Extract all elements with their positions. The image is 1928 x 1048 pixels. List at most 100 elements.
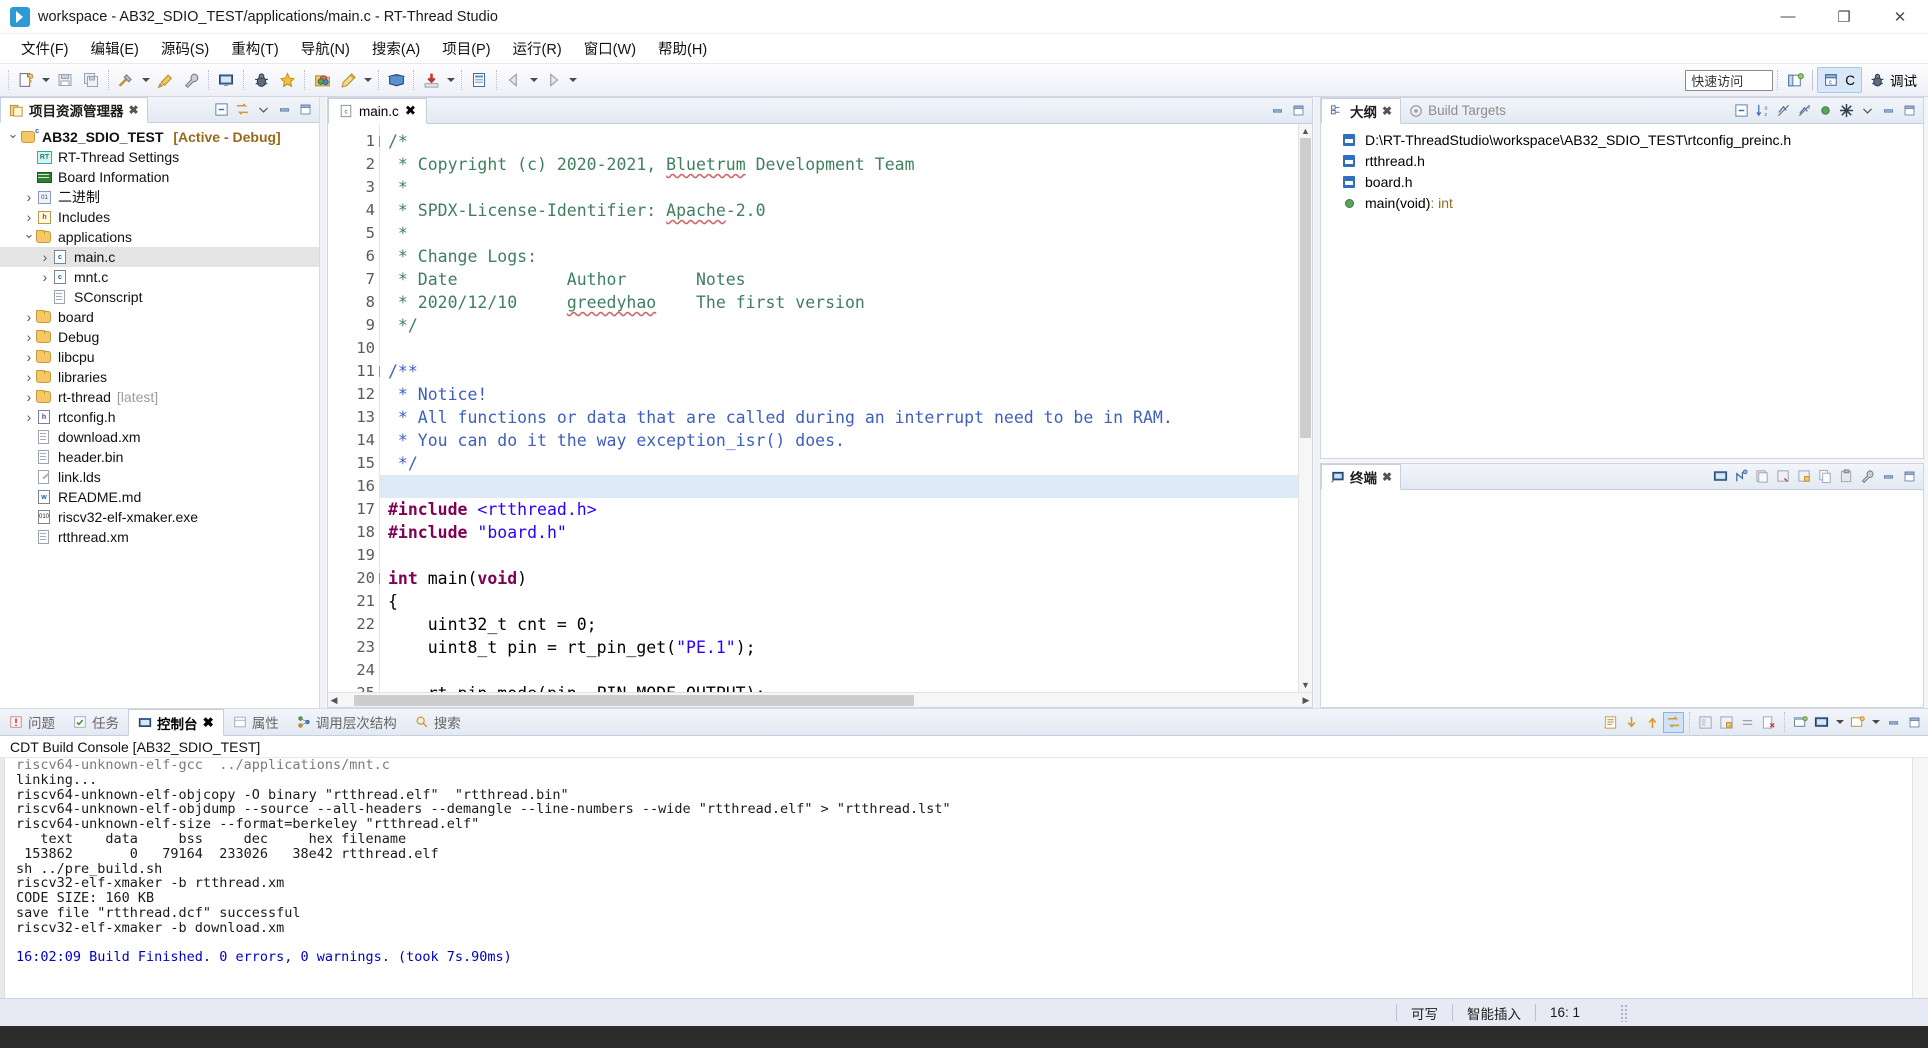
close-button[interactable]: ✕ [1872,0,1928,34]
tree-item-sconscript[interactable]: SConscript [0,287,319,307]
chevron-right-icon[interactable] [22,389,36,405]
menu-search[interactable]: 搜索(A) [361,35,431,62]
open-terminal-icon[interactable] [1711,467,1730,486]
new-file-dropdown-icon[interactable] [39,67,52,93]
hscroll-thumb[interactable] [354,694,914,706]
download-icon[interactable] [418,67,444,93]
code-line[interactable]: rt_pin_mode(pin, PIN_MODE_OUTPUT); [380,682,1298,692]
code-line[interactable]: #include <rtthread.h> [380,498,1298,521]
tree-item-download-xm[interactable]: download.xm [0,427,319,447]
lock-terminal-icon[interactable] [1795,467,1814,486]
tree-item-mnt-c[interactable]: cmnt.c [0,267,319,287]
perspective-c[interactable]: c C [1817,67,1862,93]
tree-item-riscv32-elf-xmaker-exe[interactable]: 010 riscv32-elf-xmaker.exe [0,507,319,527]
link-with-editor-icon[interactable] [233,100,252,119]
connect-icon[interactable] [1732,467,1751,486]
code-line[interactable] [380,337,1298,360]
terminal-settings-icon[interactable] [1858,467,1877,486]
tab-outline[interactable]: 大纲 ✖ [1321,98,1402,124]
minimize-view-icon[interactable] [1879,101,1898,120]
tree-item-includes[interactable]: hIncludes [0,207,319,227]
code-line[interactable]: * Date Author Notes [380,268,1298,291]
scroll-down-icon[interactable] [1622,713,1641,732]
editor-vertical-scrollbar[interactable]: ▲ ▼ [1298,124,1312,692]
outline-item[interactable]: board.h [1321,171,1923,192]
hide-static-icon[interactable]: s [1795,101,1814,120]
chevron-right-icon[interactable] [22,349,36,365]
collapse-all-icon[interactable] [1732,101,1751,120]
code-line[interactable]: * Change Logs: [380,245,1298,268]
tab-properties[interactable]: 属性 [224,709,288,735]
chevron-right-icon[interactable] [22,309,36,325]
code-line[interactable]: uint8_t pin = rt_pin_get("PE.1"); [380,636,1298,659]
maximize-view-icon[interactable] [1900,467,1919,486]
collapse-lines-icon[interactable] [1738,713,1757,732]
display-console-dropdown-icon[interactable] [1833,709,1846,735]
tree-item-libcpu[interactable]: libcpu [0,347,319,367]
sort-icon[interactable]: az [1753,101,1772,120]
tree-item-rt-thread[interactable]: rt-thread [latest] [0,387,319,407]
menu-project[interactable]: 项目(P) [431,35,501,62]
book-icon[interactable] [383,67,409,93]
console-vertical-scrollbar[interactable] [1912,758,1928,998]
tree-item-rt-thread-settings[interactable]: RT RT-Thread Settings [0,147,319,167]
paste-icon[interactable] [1837,467,1856,486]
open-console-dropdown-icon[interactable] [1869,709,1882,735]
status-resize-grip[interactable] [1620,1003,1628,1022]
chevron-right-icon[interactable] [22,189,36,205]
close-icon[interactable]: ✖ [203,715,214,731]
scroll-up-icon[interactable] [1643,713,1662,732]
tree-item-board[interactable]: board [0,307,319,327]
chevron-down-icon[interactable] [6,129,20,145]
code-line[interactable]: { [380,590,1298,613]
tree-item-header-bin[interactable]: header.bin [0,447,319,467]
open-console-icon[interactable] [1848,713,1867,732]
menu-run[interactable]: 运行(R) [502,35,573,62]
tree-item-main-c[interactable]: cmain.c [0,247,319,267]
outline-item[interactable]: rtthread.h [1321,150,1923,171]
chevron-right-icon[interactable] [22,369,36,385]
minimize-button[interactable]: — [1760,0,1816,34]
collapse-all-icon[interactable] [212,100,231,119]
perspective-debug[interactable]: 调试 [1862,67,1924,93]
minimize-view-icon[interactable] [275,100,294,119]
tree-item-link-lds[interactable]: link.lds [0,467,319,487]
new-file-icon[interactable] [13,67,39,93]
display-console-icon[interactable] [1812,713,1831,732]
clear-console-icon[interactable] [1601,713,1620,732]
debug-bug-icon[interactable] [248,67,274,93]
code-line[interactable]: * SPDX-License-Identifier: Apache-2.0 [380,199,1298,222]
build-hammer-icon[interactable] [113,67,139,93]
tab-terminal[interactable]: 终端 ✖ [1321,464,1402,490]
code-line[interactable] [380,475,1298,498]
menu-refactor[interactable]: 重构(T) [220,35,290,62]
build-dropdown-icon[interactable] [139,67,152,93]
chevron-right-icon[interactable] [22,329,36,345]
clean-icon[interactable] [152,67,178,93]
view-menu-icon[interactable] [1858,101,1877,120]
tab-call-hierarchy[interactable]: 调用层次结构 [288,709,406,735]
code-line[interactable]: /* [380,130,1298,153]
tab-project-explorer[interactable]: 项目资源管理器 ✖ [0,97,148,123]
terminal-icon[interactable] [213,67,239,93]
code-line[interactable]: */ [380,314,1298,337]
code-line[interactable]: */ [380,452,1298,475]
maximize-view-icon[interactable] [1905,713,1924,732]
remove-console-icon[interactable] [1759,713,1778,732]
chevron-right-icon[interactable] [22,209,36,225]
tree-item-ab32-sdio-test[interactable]: AB32_SDIO_TEST [Active - Debug] [0,127,319,147]
view-menu-icon[interactable] [254,100,273,119]
open-perspective-icon[interactable] [1782,67,1808,93]
close-icon[interactable]: ✖ [1382,470,1392,484]
code-line[interactable]: * [380,176,1298,199]
code-line[interactable]: * [380,222,1298,245]
close-icon[interactable]: ✖ [1382,104,1392,118]
list-view-icon[interactable] [466,67,492,93]
tree-item-rtconfig-h[interactable]: hrtconfig.h [0,407,319,427]
minimize-view-icon[interactable] [1879,467,1898,486]
chevron-right-icon[interactable] [38,249,52,265]
maximize-editor-icon[interactable] [1289,101,1308,120]
close-icon[interactable]: ✖ [405,103,416,119]
tab-build-targets[interactable]: Build Targets [1401,98,1515,123]
scroll-up-icon[interactable]: ▲ [1300,124,1312,138]
